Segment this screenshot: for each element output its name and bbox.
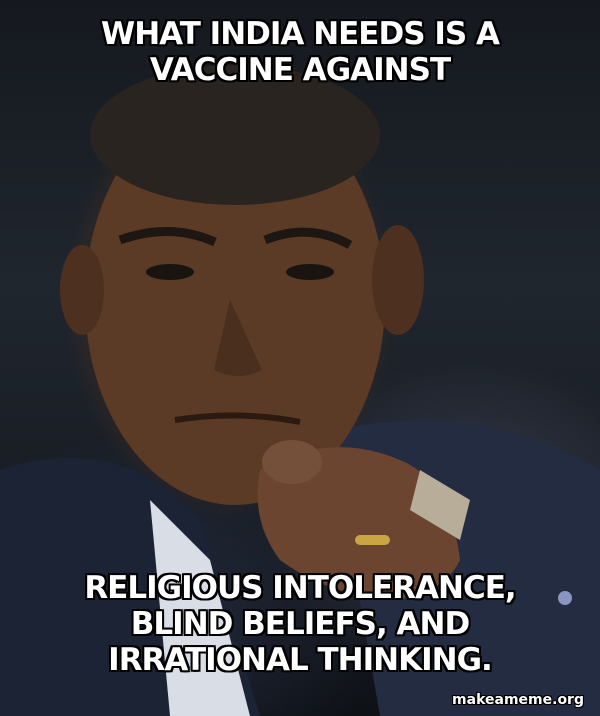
meme-bottom-caption: RELIGIOUS INTOLERANCE, BLIND BELIEFS, AN… xyxy=(84,570,516,678)
left-eye xyxy=(146,264,194,280)
right-eye xyxy=(286,264,334,280)
watermark: makeameme.org xyxy=(452,692,584,708)
pointing-finger xyxy=(262,440,322,484)
right-ear xyxy=(372,225,424,335)
meme-image: WHAT INDIA NEEDS IS A VACCINE AGAINST RE… xyxy=(0,0,600,716)
meme-top-caption: WHAT INDIA NEEDS IS A VACCINE AGAINST xyxy=(101,16,500,88)
left-ear xyxy=(60,245,104,335)
ring xyxy=(355,535,390,545)
flag-pin xyxy=(558,591,572,605)
